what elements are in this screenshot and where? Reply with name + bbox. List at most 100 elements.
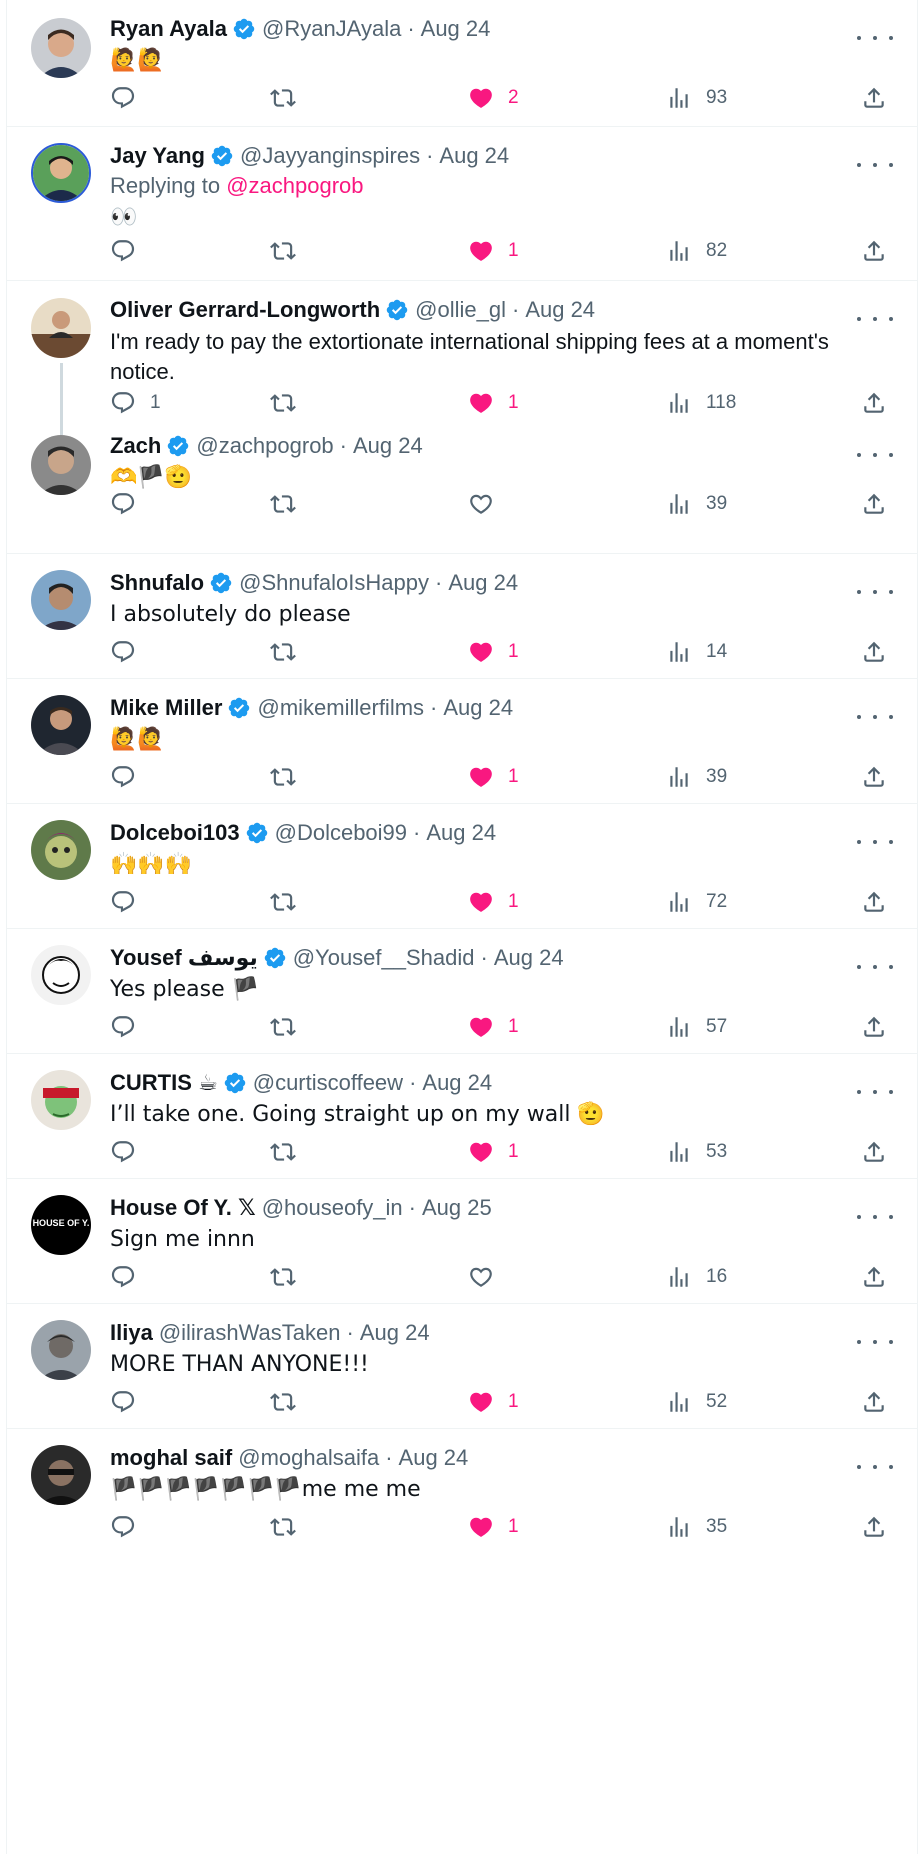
- avatar[interactable]: [31, 435, 91, 495]
- more-options-icon[interactable]: [857, 1207, 893, 1227]
- reply-button[interactable]: 1: [110, 385, 161, 421]
- views-button[interactable]: 52: [666, 1384, 727, 1420]
- views-button[interactable]: 39: [666, 486, 727, 522]
- retweet-button[interactable]: [270, 1384, 296, 1420]
- retweet-button[interactable]: [270, 486, 296, 522]
- tweet[interactable]: HOUSE OF Y. House Of Y. 𝕏 @houseofy_in ·…: [7, 1179, 917, 1304]
- author-handle[interactable]: @houseofy_in: [262, 1193, 403, 1223]
- reply-button[interactable]: [110, 759, 150, 795]
- share-button[interactable]: [861, 1009, 887, 1045]
- share-button[interactable]: [861, 1384, 887, 1420]
- author-name[interactable]: Mike Miller: [110, 693, 222, 723]
- more-options-icon[interactable]: [857, 707, 893, 727]
- share-button[interactable]: [861, 1134, 887, 1170]
- author-handle[interactable]: @mikemillerfilms: [257, 693, 424, 723]
- author-handle[interactable]: @ollie_gl: [415, 295, 506, 325]
- avatar[interactable]: [31, 945, 91, 1005]
- share-button[interactable]: [861, 233, 887, 269]
- tweet-date[interactable]: Aug 24: [448, 568, 518, 598]
- tweet[interactable]: Zach @zachpogrob · Aug 24 🫶🏴🫡 39: [7, 429, 917, 554]
- author-name[interactable]: Oliver Gerrard-Longworth: [110, 295, 380, 325]
- share-button[interactable]: [861, 884, 887, 920]
- reply-mention-link[interactable]: @zachpogrob: [226, 173, 363, 198]
- reply-button[interactable]: [110, 634, 150, 670]
- more-options-icon[interactable]: [857, 582, 893, 602]
- tweet-date[interactable]: Aug 25: [422, 1193, 492, 1223]
- avatar[interactable]: [31, 570, 91, 630]
- views-button[interactable]: 57: [666, 1009, 727, 1045]
- avatar[interactable]: [31, 1320, 91, 1380]
- tweet-date[interactable]: Aug 24: [426, 818, 496, 848]
- share-button[interactable]: [861, 1509, 887, 1545]
- more-options-icon[interactable]: [857, 1332, 893, 1352]
- tweet-date[interactable]: Aug 24: [353, 431, 423, 461]
- avatar[interactable]: [31, 143, 91, 203]
- author-handle[interactable]: @Dolceboi99: [275, 818, 407, 848]
- tweet-date[interactable]: Aug 24: [360, 1318, 430, 1348]
- like-button[interactable]: 1: [468, 1009, 519, 1045]
- tweet[interactable]: Oliver Gerrard-Longworth @ollie_gl · Aug…: [7, 281, 917, 435]
- retweet-button[interactable]: [270, 1509, 296, 1545]
- like-button[interactable]: [468, 1259, 508, 1295]
- author-handle[interactable]: @zachpogrob: [196, 431, 333, 461]
- author-handle[interactable]: @Jayyanginspires: [240, 141, 420, 171]
- retweet-button[interactable]: [270, 80, 296, 116]
- avatar[interactable]: [31, 298, 91, 358]
- tweet[interactable]: Shnufalo @ShnufaloIsHappy · Aug 24 I abs…: [7, 554, 917, 679]
- reply-button[interactable]: [110, 1259, 150, 1295]
- like-button[interactable]: 1: [468, 1134, 519, 1170]
- avatar[interactable]: [31, 1445, 91, 1505]
- like-button[interactable]: [468, 486, 508, 522]
- more-options-icon[interactable]: [857, 28, 893, 48]
- retweet-button[interactable]: [270, 884, 296, 920]
- author-handle[interactable]: @curtiscoffeew: [253, 1068, 403, 1098]
- views-button[interactable]: 35: [666, 1509, 727, 1545]
- retweet-button[interactable]: [270, 233, 296, 269]
- views-button[interactable]: 14: [666, 634, 727, 670]
- reply-button[interactable]: [110, 233, 150, 269]
- retweet-button[interactable]: [270, 385, 296, 421]
- like-button[interactable]: 1: [468, 233, 519, 269]
- author-name[interactable]: Ryan Ayala: [110, 14, 227, 44]
- share-button[interactable]: [861, 634, 887, 670]
- tweet[interactable]: moghal saif @moghalsaifa · Aug 24 🏴🏴🏴🏴🏴🏴…: [7, 1429, 917, 1554]
- author-handle[interactable]: @Yousef__Shadid: [293, 943, 475, 973]
- views-button[interactable]: 53: [666, 1134, 727, 1170]
- author-name[interactable]: Yousef يوسف: [110, 943, 258, 973]
- tweet-date[interactable]: Aug 24: [443, 693, 513, 723]
- more-options-icon[interactable]: [857, 1457, 893, 1477]
- author-name[interactable]: CURTIS ☕: [110, 1068, 218, 1098]
- tweet-date[interactable]: Aug 24: [439, 141, 509, 171]
- author-name[interactable]: Zach: [110, 431, 161, 461]
- views-button[interactable]: 118: [666, 385, 736, 421]
- retweet-button[interactable]: [270, 759, 296, 795]
- tweet[interactable]: Jay Yang @Jayyanginspires · Aug 24 Reply…: [7, 127, 917, 281]
- author-name[interactable]: Iliya: [110, 1318, 153, 1348]
- avatar[interactable]: [31, 18, 91, 78]
- reply-button[interactable]: [110, 1384, 150, 1420]
- more-options-icon[interactable]: [857, 1082, 893, 1102]
- tweet-date[interactable]: Aug 24: [494, 943, 564, 973]
- like-button[interactable]: 1: [468, 634, 519, 670]
- tweet[interactable]: Ryan Ayala @RyanJAyala · Aug 24 🙋🙋 2 93: [7, 0, 917, 127]
- more-options-icon[interactable]: [857, 957, 893, 977]
- author-handle[interactable]: @RyanJAyala: [262, 14, 401, 44]
- share-button[interactable]: [861, 486, 887, 522]
- reply-button[interactable]: [110, 80, 150, 116]
- share-button[interactable]: [861, 759, 887, 795]
- avatar[interactable]: HOUSE OF Y.: [31, 1195, 91, 1255]
- views-button[interactable]: 72: [666, 884, 727, 920]
- author-name[interactable]: moghal saif: [110, 1443, 232, 1473]
- tweet-date[interactable]: Aug 24: [422, 1068, 492, 1098]
- author-handle[interactable]: @ilirashWasTaken: [159, 1318, 341, 1348]
- avatar[interactable]: [31, 695, 91, 755]
- views-button[interactable]: 93: [666, 80, 727, 116]
- retweet-button[interactable]: [270, 1134, 296, 1170]
- tweet-date[interactable]: Aug 24: [421, 14, 491, 44]
- tweet-date[interactable]: Aug 24: [525, 295, 595, 325]
- tweet-date[interactable]: Aug 24: [399, 1443, 469, 1473]
- reply-button[interactable]: [110, 486, 150, 522]
- retweet-button[interactable]: [270, 1259, 296, 1295]
- tweet[interactable]: Mike Miller @mikemillerfilms · Aug 24 🙋🙋…: [7, 679, 917, 804]
- tweet[interactable]: Dolceboi103 @Dolceboi99 · Aug 24 🙌🙌🙌 1 7…: [7, 804, 917, 929]
